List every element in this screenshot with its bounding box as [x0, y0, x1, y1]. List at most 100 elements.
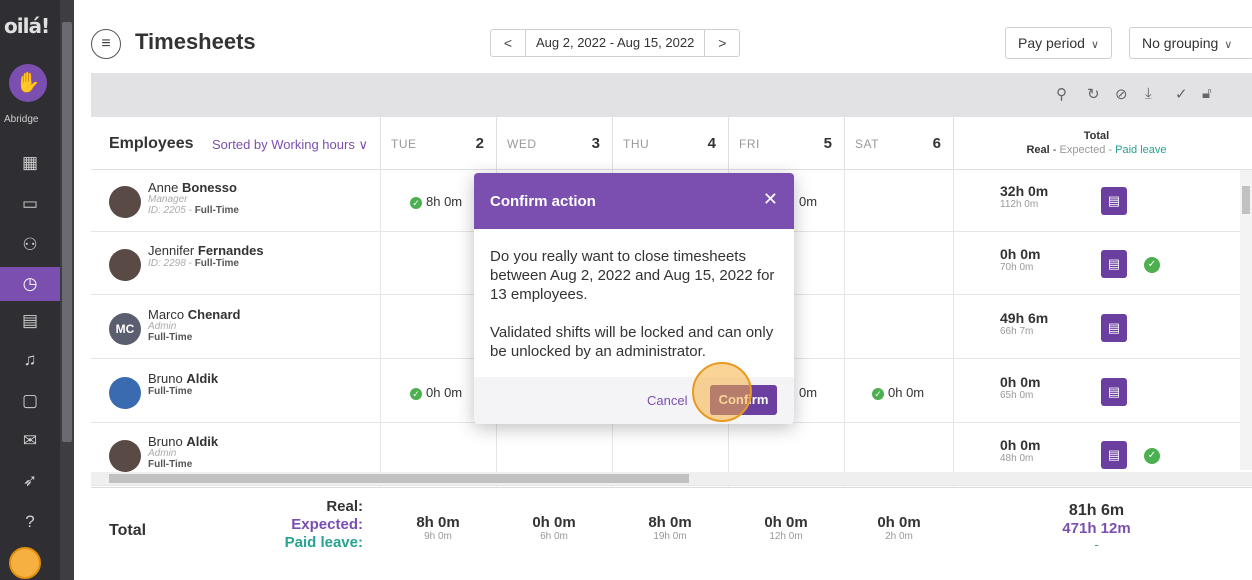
row-total: 0h 0m 48h 0m: [1000, 437, 1090, 464]
totals-footer: Total Real: Expected: Paid leave: 8h 0m 9…: [91, 487, 1252, 571]
employee-id: ID: 2298: [148, 258, 186, 269]
clipboard-icon[interactable]: ▤: [1101, 441, 1127, 469]
megaphone-icon[interactable]: ✉: [0, 424, 60, 458]
avatar: [109, 249, 141, 281]
chevron-down-icon: ∨: [358, 137, 368, 152]
day-name: SAT: [855, 137, 879, 151]
contract-type: Full-Time: [194, 205, 239, 216]
total-expected: 66h 7m: [1000, 326, 1034, 337]
cancel-button[interactable]: Cancel: [647, 393, 687, 408]
total-title: Total: [1083, 130, 1110, 142]
day-expected: 2h 0m: [885, 531, 913, 542]
avatar: MC: [109, 313, 141, 345]
rocket-icon[interactable]: ➶: [0, 464, 60, 498]
search-icon[interactable]: ⚲: [1056, 85, 1067, 103]
click-indicator: [692, 362, 752, 422]
shift-value: 0h 0m: [426, 385, 463, 400]
prev-period-button[interactable]: <: [490, 29, 526, 57]
table-toolbar: ⚲ ↻ ⊘ ⤓ ✓ 🔓︎: [91, 73, 1252, 117]
total-expected: 65h 0m: [1000, 390, 1034, 401]
org-avatar[interactable]: ✋: [9, 64, 47, 102]
separator: -: [1105, 144, 1116, 156]
row-total: 0h 0m 65h 0m: [1000, 374, 1090, 401]
check-circle-icon: ✓: [872, 387, 884, 400]
day-expected: 6h 0m: [540, 531, 568, 542]
total-real: 32h 0m: [1000, 183, 1049, 199]
employee-name[interactable]: Anne Bonesso: [148, 180, 237, 195]
footer-day-total: 0h 0m 12h 0m: [728, 514, 844, 542]
help-icon[interactable]: ?: [0, 505, 60, 539]
bell-icon[interactable]: ♫: [0, 343, 60, 377]
employees-column-header: Employees: [109, 135, 194, 152]
horizontal-scroll-thumb[interactable]: [109, 474, 689, 483]
employee-name[interactable]: Bruno Aldik: [148, 434, 218, 449]
employee-name[interactable]: Jennifer Fernandes: [148, 243, 264, 258]
grouping-select[interactable]: No grouping ∨: [1129, 27, 1252, 59]
total-real: 49h 6m: [1000, 310, 1049, 326]
check-icon[interactable]: ✓: [1175, 85, 1188, 103]
employee-meta: Full-Time: [148, 386, 192, 397]
clock-icon[interactable]: ◷: [0, 267, 60, 301]
shift-cell[interactable]: ✓ 0h 0m: [872, 385, 924, 400]
topbar: ≡ Timesheets < Aug 2, 2022 - Aug 15, 202…: [74, 0, 1252, 70]
sidebar-scrollbar[interactable]: [60, 0, 74, 580]
lock-icon[interactable]: 🔓︎: [1202, 85, 1212, 102]
shift-cell[interactable]: ✓ 8h 0m: [410, 194, 462, 209]
shift-cell[interactable]: 0m: [799, 385, 817, 400]
clipboard-icon[interactable]: ▤: [1101, 378, 1127, 406]
chat-icon[interactable]: ▢: [0, 384, 60, 418]
calendar-icon[interactable]: ▭: [0, 187, 60, 221]
day-real: 0h 0m: [532, 514, 576, 531]
dashboard-icon[interactable]: ▦: [0, 146, 60, 180]
next-period-button[interactable]: >: [704, 29, 741, 57]
shift-value: 0h 0m: [888, 385, 925, 400]
date-range-label[interactable]: Aug 2, 2022 - Aug 15, 2022: [526, 29, 705, 57]
day-real: 0h 0m: [764, 514, 808, 531]
last-name: Aldik: [186, 434, 219, 449]
clipboard-icon[interactable]: ▤: [1101, 187, 1127, 215]
horizontal-scrollbar[interactable]: [91, 472, 1252, 485]
last-name: Aldik: [186, 371, 219, 386]
shift-cell[interactable]: ✓ 0h 0m: [410, 385, 462, 400]
period-select[interactable]: Pay period ∨: [1005, 27, 1112, 59]
org-name: Abridge: [4, 114, 39, 125]
sort-label: Sorted by Working hours: [212, 137, 355, 152]
day-number: 2: [475, 135, 484, 152]
first-name: Marco: [148, 307, 185, 322]
row-total: 49h 6m 66h 7m: [1000, 310, 1090, 337]
sidebar-scroll-thumb[interactable]: [62, 22, 72, 442]
close-icon[interactable]: ✕: [763, 189, 778, 210]
last-name: Chenard: [187, 307, 241, 322]
filter-icon[interactable]: ≡: [91, 29, 121, 59]
day-name: TUE: [391, 137, 417, 151]
first-name: Anne: [148, 180, 179, 195]
employees-icon[interactable]: ⚇: [0, 228, 60, 262]
shift-cell[interactable]: 0m: [799, 194, 817, 209]
footer-grand-total: 81h 6m 471h 12m -: [953, 502, 1240, 552]
employee-name[interactable]: Marco Chenard: [148, 307, 240, 322]
grand-total-real: 81h 6m: [1068, 502, 1125, 519]
clipboard-icon[interactable]: ▤: [1101, 250, 1127, 278]
user-avatar[interactable]: [9, 547, 41, 579]
clear-filter-icon[interactable]: ⊘: [1115, 85, 1128, 103]
vertical-scroll-thumb[interactable]: [1242, 186, 1250, 214]
total-real: 0h 0m: [1000, 246, 1041, 262]
validated-check-icon: ✓: [1144, 448, 1160, 464]
vertical-scrollbar[interactable]: [1240, 170, 1252, 470]
footer-total-label: Total: [109, 522, 147, 539]
day-header-thu: THU 4: [612, 117, 728, 170]
download-icon[interactable]: ⤓: [1145, 85, 1152, 102]
last-name: Bonesso: [182, 180, 237, 195]
sort-selector[interactable]: Sorted by Working hours ∨: [212, 137, 368, 153]
total-real: 0h 0m: [1000, 374, 1041, 390]
contract-type: Full-Time: [148, 459, 193, 470]
clipboard-icon[interactable]: ▤: [1101, 314, 1127, 342]
contract-type: Full-Time: [194, 258, 239, 269]
refresh-icon[interactable]: ↻: [1087, 85, 1100, 103]
total-paid-label: Paid leave: [1115, 144, 1167, 156]
day-number: 4: [707, 135, 716, 152]
employee-role: Admin: [148, 321, 177, 332]
inbox-icon[interactable]: ▤: [0, 304, 60, 338]
employee-name[interactable]: Bruno Aldik: [148, 371, 218, 386]
dialog-body: Do you really want to close timesheets b…: [490, 247, 780, 380]
